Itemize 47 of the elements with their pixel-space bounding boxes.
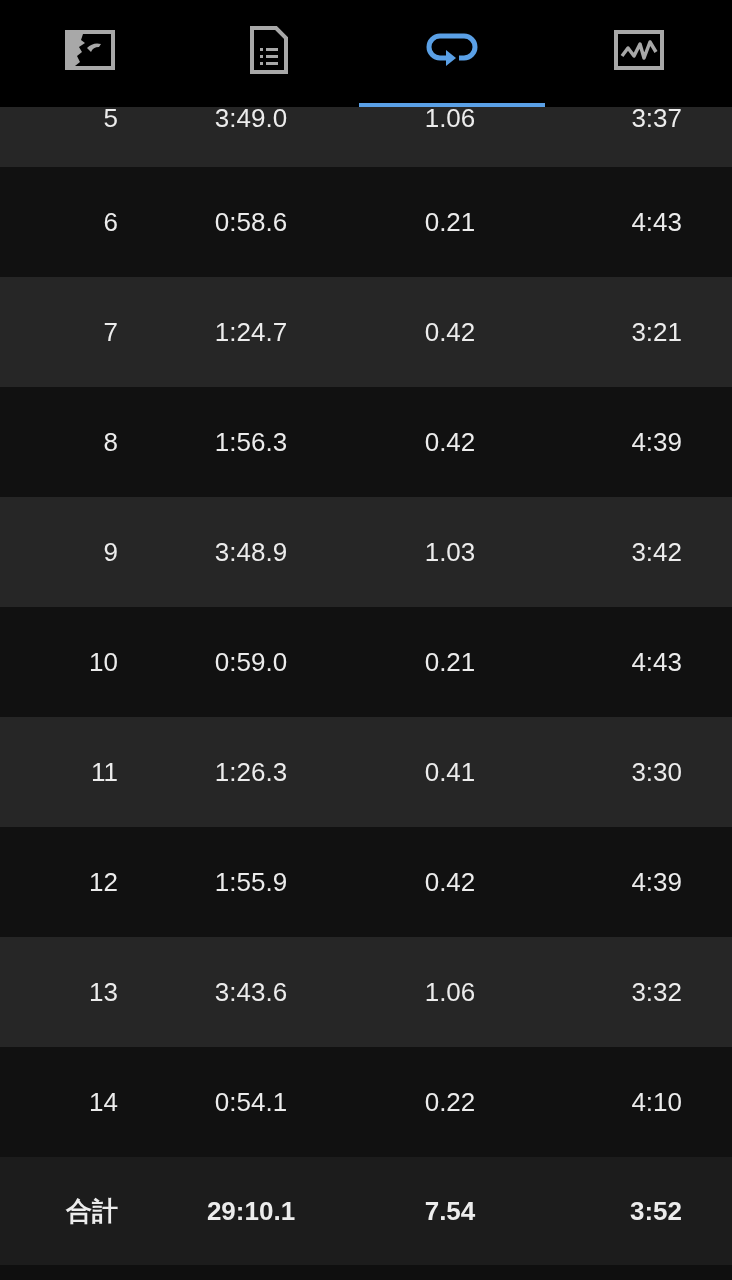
lap-distance: 0.21	[423, 646, 477, 678]
lap-pace: 4:43	[630, 206, 682, 238]
lap-number: 8	[102, 426, 118, 458]
lap-number: 7	[102, 316, 118, 348]
lap-time: 1:24.7	[213, 316, 289, 348]
total-time: 29:10.1	[205, 1195, 297, 1227]
lap-time: 3:48.9	[213, 536, 289, 568]
lap-time: 0:54.1	[213, 1086, 289, 1118]
lap-pace: 4:43	[630, 646, 682, 678]
lap-number: 13	[88, 976, 118, 1008]
lap-number: 6	[102, 206, 118, 238]
lap-number: 11	[90, 756, 118, 788]
lap-distance: 0.22	[423, 1086, 477, 1118]
lap-distance: 1.03	[423, 536, 477, 568]
lap-distance: 0.42	[423, 316, 477, 348]
lap-number: 10	[88, 646, 118, 678]
lap-pace: 4:39	[630, 426, 682, 458]
lap-number: 12	[88, 866, 118, 898]
lap-time: 3:43.6	[213, 976, 289, 1008]
lap-pace: 3:32	[630, 976, 682, 1008]
total-label: 合計	[65, 1194, 118, 1228]
lap-distance: 1.06	[423, 103, 477, 134]
lap-pace: 4:39	[630, 866, 682, 898]
total-pace: 3:52	[628, 1195, 682, 1227]
lap-number: 14	[88, 1086, 118, 1118]
lap-time: 0:58.6	[213, 206, 289, 238]
lap-pace: 3:21	[630, 316, 682, 348]
map-icon	[64, 29, 115, 70]
lap-distance: 0.21	[423, 206, 477, 238]
lap-distance: 0.41	[423, 756, 477, 788]
chart-icon	[613, 29, 664, 70]
lap-pace: 3:30	[630, 756, 682, 788]
lap-pace: 4:10	[630, 1086, 682, 1118]
lap-time: 1:26.3	[213, 756, 289, 788]
lap-number: 5	[102, 103, 118, 134]
lap-time: 1:55.9	[213, 866, 289, 898]
document-icon	[250, 25, 288, 74]
lap-distance: 0.42	[423, 866, 477, 898]
lap-pace: 3:42	[630, 536, 682, 568]
total-distance: 7.54	[423, 1195, 477, 1227]
lap-time: 1:56.3	[213, 426, 289, 458]
lap-pace: 3:37	[630, 103, 682, 134]
lap-distance: 0.42	[423, 426, 477, 458]
lap-distance: 1.06	[423, 976, 477, 1008]
lap-time: 3:49.0	[213, 103, 289, 134]
lap-number: 9	[102, 536, 118, 568]
lap-time: 0:59.0	[213, 646, 289, 678]
